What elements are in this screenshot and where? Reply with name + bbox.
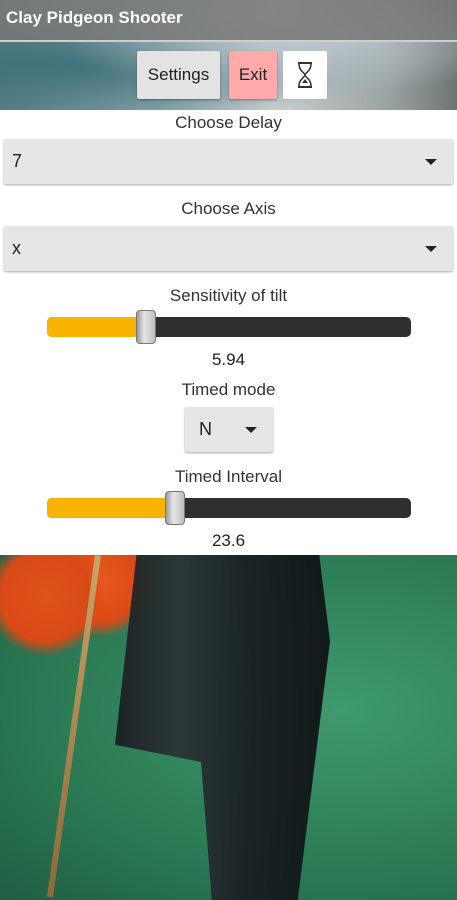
axis-label: Choose Axis [181,199,276,218]
timer-button[interactable] [283,51,327,99]
chevron-down-icon [425,246,437,252]
timed-mode-dropdown[interactable]: N [185,407,273,452]
delay-label: Choose Delay [175,113,282,132]
sensitivity-value: 5.94 [211,350,246,369]
settings-button[interactable]: Settings [137,51,220,99]
sensitivity-label: Sensitivity of tilt [169,286,288,305]
slider-fill [47,317,145,337]
timed-interval-slider[interactable] [47,491,411,525]
chevron-down-icon [425,159,437,165]
title-bar: Clay Pidgeon Shooter [0,0,457,42]
timed-interval-label: Timed Interval [174,467,283,486]
settings-panel: Choose Delay 7 Choose Axis x Sensitivity… [0,110,457,555]
delay-dropdown[interactable]: 7 [4,139,453,184]
slider-fill [47,498,174,518]
slider-thumb[interactable] [136,310,156,344]
chevron-down-icon [245,427,257,433]
axis-dropdown[interactable]: x [4,226,453,271]
hourglass-icon [298,62,312,88]
app-title: Clay Pidgeon Shooter [6,8,183,27]
sensitivity-slider[interactable] [47,310,411,344]
axis-value: x [12,238,21,258]
slider-thumb[interactable] [165,491,185,525]
delay-value: 7 [12,151,23,171]
exit-button[interactable]: Exit [229,51,277,99]
timed-interval-value: 23.6 [211,531,246,550]
timed-mode-label: Timed mode [181,380,276,399]
timed-mode-value: N [199,419,212,439]
